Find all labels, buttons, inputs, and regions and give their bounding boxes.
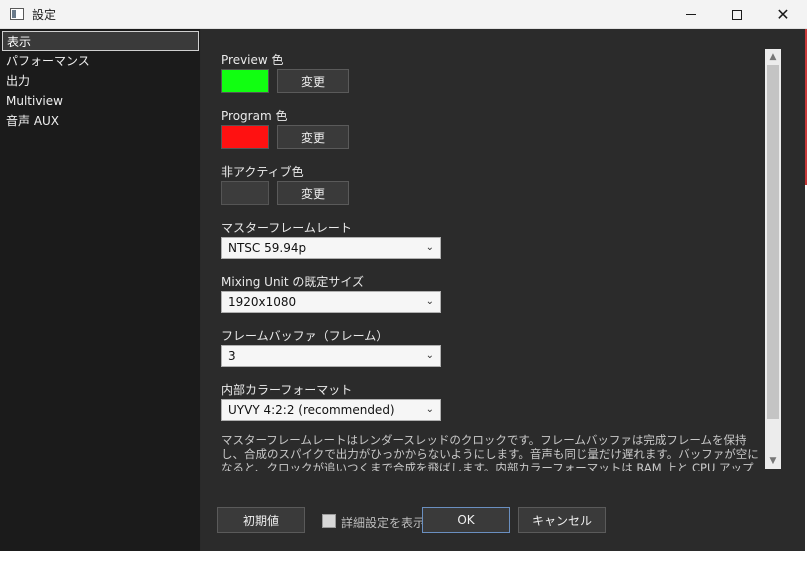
window-title: 設定: [32, 8, 57, 22]
frame-buffer-label: フレームバッファ（フレーム）: [221, 329, 389, 343]
program-color-label: Program 色: [221, 109, 288, 123]
mixing-unit-size-value: 1920x1080: [228, 295, 297, 309]
chevron-down-icon: ⌄: [425, 296, 434, 307]
inactive-color-swatch: [221, 181, 269, 205]
scroll-up-arrow-icon[interactable]: ▲: [765, 49, 781, 65]
program-color-swatch: [221, 125, 269, 149]
sidebar-item-display[interactable]: 表示: [2, 31, 199, 51]
color-format-value: UYVY 4:2:2 (recommended): [228, 403, 395, 417]
scroll-down-arrow-icon[interactable]: ▼: [765, 453, 781, 469]
maximize-button[interactable]: [714, 0, 760, 29]
app-window-icon: [10, 8, 24, 20]
sidebar-item-multiview[interactable]: Multiview: [2, 91, 199, 111]
frame-rate-value: NTSC 59.94p: [228, 241, 307, 255]
scrollbar-thumb[interactable]: [767, 65, 779, 419]
preview-color-label: Preview 色: [221, 53, 284, 67]
chevron-down-icon: ⌄: [425, 242, 434, 253]
ok-button[interactable]: OK: [422, 507, 510, 533]
sidebar-item-output[interactable]: 出力: [2, 71, 199, 91]
reset-defaults-button[interactable]: 初期値: [217, 507, 305, 533]
minimize-icon: [686, 14, 696, 15]
close-button[interactable]: ✕: [760, 0, 806, 29]
sidebar-item-performance[interactable]: パフォーマンス: [2, 51, 199, 71]
chevron-down-icon: ⌄: [425, 404, 434, 415]
chevron-down-icon: ⌄: [425, 350, 434, 361]
close-icon: ✕: [776, 5, 790, 24]
sidebar-item-audio-aux[interactable]: 音声 AUX: [2, 111, 199, 131]
settings-category-list: 表示 パフォーマンス 出力 Multiview 音声 AUX: [0, 29, 201, 551]
settings-description: マスターフレームレートはレンダースレッドのクロックです。フレームバッファは完成フ…: [221, 433, 759, 471]
inactive-color-change-button[interactable]: 変更: [277, 181, 349, 205]
vertical-scrollbar[interactable]: ▲ ▼: [765, 49, 781, 469]
mixing-unit-size-label: Mixing Unit の既定サイズ: [221, 275, 365, 289]
show-advanced-label: 詳細設定を表示: [341, 516, 426, 530]
inactive-color-label: 非アクティブ色: [221, 165, 304, 179]
frame-rate-select[interactable]: NTSC 59.94p ⌄: [221, 237, 441, 259]
cancel-button[interactable]: キャンセル: [518, 507, 606, 533]
settings-panel: Preview 色 変更 Program 色 変更 非アクティブ色 変更 マスタ…: [201, 29, 805, 551]
color-format-label: 内部カラーフォーマット: [221, 383, 353, 397]
show-advanced-checkbox[interactable]: [322, 514, 336, 528]
color-format-select[interactable]: UYVY 4:2:2 (recommended) ⌄: [221, 399, 441, 421]
minimize-button[interactable]: [668, 0, 714, 29]
frame-buffer-select[interactable]: 3 ⌄: [221, 345, 441, 367]
frame-rate-label: マスターフレームレート: [221, 221, 352, 235]
mixing-unit-size-select[interactable]: 1920x1080 ⌄: [221, 291, 441, 313]
bottom-margin: [0, 551, 807, 561]
program-color-change-button[interactable]: 変更: [277, 125, 349, 149]
preview-color-change-button[interactable]: 変更: [277, 69, 349, 93]
maximize-icon: [732, 9, 742, 20]
preview-color-swatch: [221, 69, 269, 93]
title-bar: 設定 ✕: [0, 0, 807, 29]
frame-buffer-value: 3: [228, 349, 236, 363]
